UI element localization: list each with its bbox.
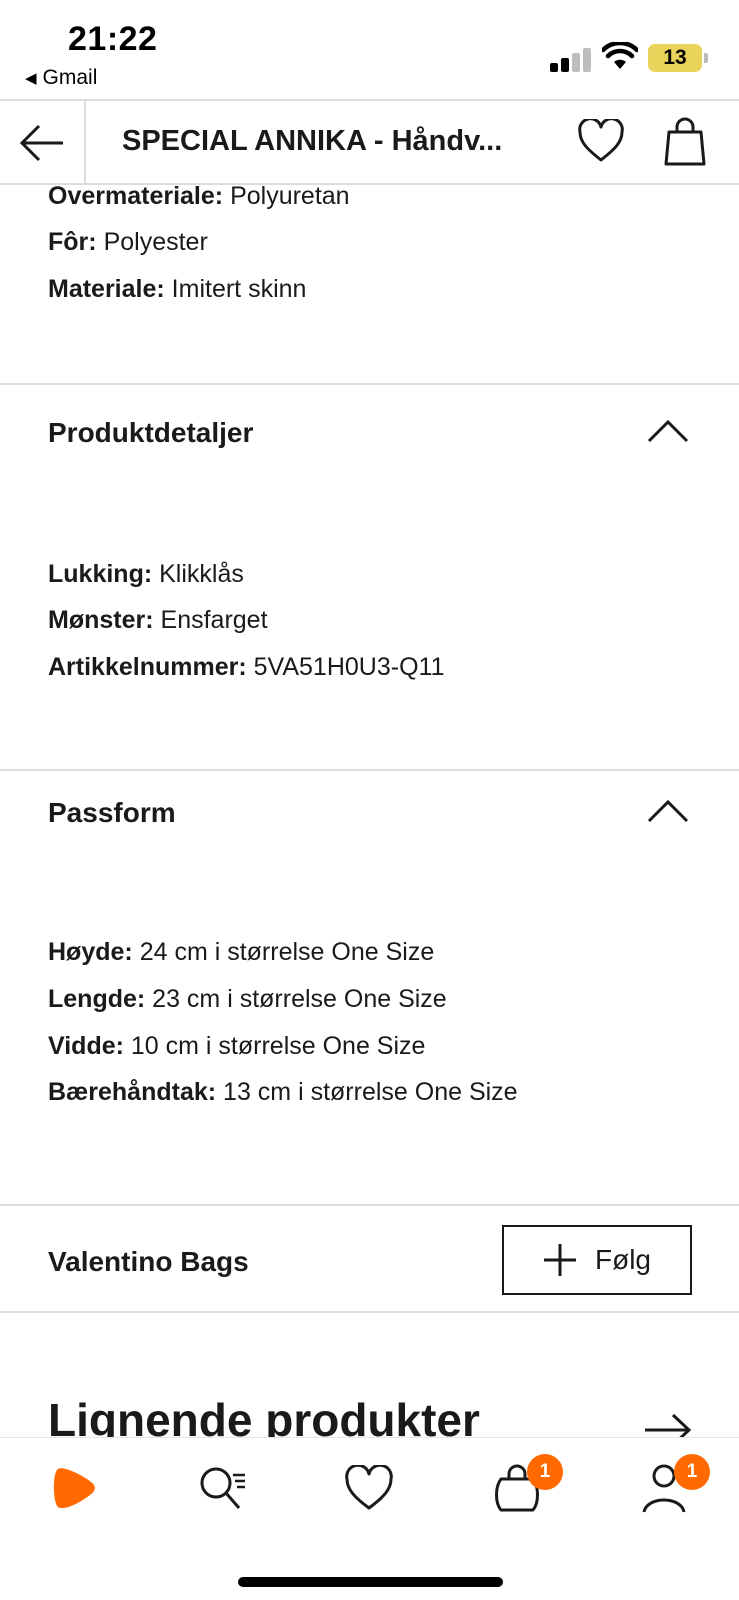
- bottom-tab-bar: 1 1: [0, 1437, 739, 1600]
- home-indicator[interactable]: [238, 1577, 503, 1587]
- material-label: Fôr:: [48, 228, 97, 256]
- tab-search[interactable]: [195, 1460, 251, 1516]
- tab-account[interactable]: 1: [636, 1454, 710, 1516]
- cart-button[interactable]: [664, 117, 706, 172]
- arrow-right-icon[interactable]: [643, 1413, 693, 1437]
- material-label: Materiale:: [48, 275, 165, 303]
- product-details-header[interactable]: Produktdetaljer: [48, 417, 253, 449]
- nav-bar: SPECIAL ANNIKA - Håndv...: [0, 99, 739, 185]
- shopping-bag-icon: [664, 117, 706, 166]
- divider: [0, 769, 739, 771]
- detail-value: Klikklås: [159, 560, 244, 588]
- material-row: Overmateriale: Polyuretan: [48, 185, 350, 211]
- tab-wishlist[interactable]: [341, 1460, 397, 1516]
- material-value: Polyester: [103, 228, 208, 256]
- fit-label: Bærehåndtak:: [48, 1078, 217, 1106]
- fit-row: Høyde: 24 cm i størrelse One Size: [48, 938, 434, 967]
- chevron-up-icon[interactable]: [647, 419, 689, 443]
- detail-row: Lukking: Klikklås: [48, 560, 244, 589]
- heart-icon: [578, 117, 624, 162]
- back-button[interactable]: [0, 101, 86, 185]
- bag-count-badge: 1: [527, 1454, 563, 1490]
- similar-products-title: Lignende produkter: [48, 1394, 480, 1437]
- tab-bag[interactable]: 1: [489, 1454, 563, 1516]
- signal-icon: [550, 46, 592, 72]
- detail-label: Mønster:: [48, 606, 154, 634]
- product-info-content[interactable]: Overmateriale: Polyuretan Fôr: Polyester…: [0, 185, 739, 1437]
- material-value: Imitert skinn: [171, 275, 307, 303]
- material-value: Polyuretan: [230, 185, 350, 210]
- fit-row: Vidde: 10 cm i størrelse One Size: [48, 1032, 425, 1061]
- page-title: SPECIAL ANNIKA - Håndv...: [122, 125, 503, 157]
- divider: [0, 383, 739, 385]
- material-label: Overmateriale:: [48, 185, 224, 210]
- fit-value: 23 cm i størrelse One Size: [152, 985, 447, 1013]
- detail-value: 5VA51H0U3-Q11: [253, 653, 445, 681]
- fit-value: 13 cm i størrelse One Size: [223, 1078, 518, 1106]
- follow-brand-button[interactable]: Følg: [502, 1225, 692, 1295]
- battery-indicator: 13: [648, 44, 708, 72]
- battery-level: 13: [663, 46, 687, 69]
- wifi-icon: [602, 42, 638, 69]
- fit-label: Høyde:: [48, 938, 133, 966]
- fit-row: Bærehåndtak: 13 cm i størrelse One Size: [48, 1078, 518, 1107]
- material-row: Fôr: Polyester: [48, 228, 208, 257]
- divider: [0, 1204, 739, 1206]
- plus-icon: [544, 1244, 576, 1276]
- fit-value: 24 cm i størrelse One Size: [139, 938, 435, 966]
- detail-label: Artikkelnummer:: [48, 653, 247, 681]
- brand-name[interactable]: Valentino Bags: [48, 1246, 249, 1278]
- status-bar: 21:22 ◀ Gmail 13: [0, 0, 739, 98]
- divider: [0, 1311, 739, 1313]
- detail-value: Ensfarget: [160, 606, 268, 634]
- search-icon: [200, 1467, 245, 1509]
- fit-label: Lengde:: [48, 985, 146, 1013]
- detail-label: Lukking:: [48, 560, 153, 588]
- status-time: 21:22: [68, 20, 158, 58]
- back-to-app-link[interactable]: ◀ Gmail: [25, 66, 97, 90]
- follow-label: Følg: [595, 1244, 651, 1275]
- fit-row: Lengde: 23 cm i størrelse One Size: [48, 985, 447, 1014]
- material-row: Materiale: Imitert skinn: [48, 275, 306, 304]
- back-triangle-icon: ◀: [25, 70, 37, 87]
- heart-icon: [345, 1465, 393, 1510]
- zalando-logo-icon: [53, 1468, 95, 1509]
- arrow-left-icon: [19, 124, 63, 162]
- detail-row: Mønster: Ensfarget: [48, 606, 268, 635]
- chevron-up-icon[interactable]: [647, 799, 689, 823]
- back-app-label: Gmail: [42, 66, 98, 89]
- fit-label: Vidde:: [48, 1032, 124, 1060]
- account-notification-badge: 1: [674, 1454, 710, 1490]
- wishlist-button[interactable]: [577, 117, 625, 168]
- fit-value: 10 cm i størrelse One Size: [130, 1032, 426, 1060]
- detail-row: Artikkelnummer: 5VA51H0U3-Q11: [48, 653, 444, 682]
- fit-header[interactable]: Passform: [48, 797, 176, 829]
- tab-home[interactable]: [46, 1460, 102, 1516]
